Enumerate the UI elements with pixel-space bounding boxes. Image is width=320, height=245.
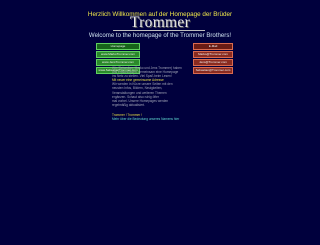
homepage-button[interactable]: Homepage	[96, 43, 140, 50]
intro-text-block: Wir (Sebastian, Marko und Jens Trommer) …	[112, 66, 216, 121]
email-button[interactable]: E-Mail	[193, 43, 233, 50]
trommer-logo: Trommer	[129, 14, 191, 31]
name-meaning-link[interactable]: Mehr über die Bedeutung unseres Namens h…	[112, 117, 216, 121]
logo-underline	[113, 30, 205, 31]
jens-homepage-link[interactable]: www.JensTrommer.com	[96, 59, 140, 66]
welcome-heading-en: Welcome to the homepage of the Trommer B…	[88, 32, 232, 39]
marko-homepage-link[interactable]: www.MarkoTrommer.com	[96, 51, 140, 58]
jens-email-link[interactable]: Jens@Trommer.com	[193, 59, 233, 66]
marko-email-link[interactable]: Marko@Trommer.com	[193, 51, 233, 58]
